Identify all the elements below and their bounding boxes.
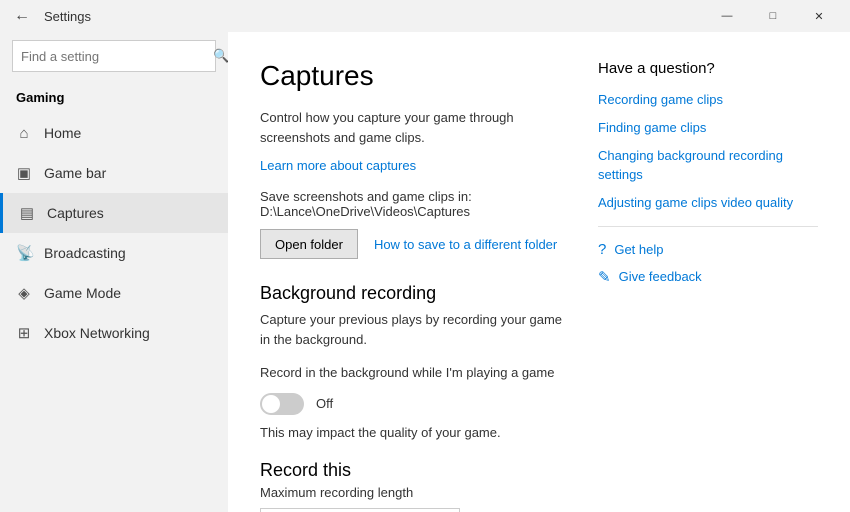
open-folder-button[interactable]: Open folder — [260, 229, 358, 259]
page-title: Captures — [260, 60, 566, 92]
back-button[interactable]: ← — [8, 3, 36, 29]
get-help-label: Get help — [614, 242, 663, 257]
impact-note: This may impact the quality of your game… — [260, 425, 566, 440]
button-row: Open folder How to save to a different f… — [260, 229, 566, 259]
give-feedback-icon: ✎ — [598, 268, 611, 286]
background-toggle-row: Off — [260, 393, 566, 415]
sidebar-item-xbox-networking[interactable]: ⊞ Xbox Networking — [0, 313, 228, 353]
titlebar-controls: — □ ✕ — [704, 0, 842, 32]
search-input[interactable] — [13, 49, 205, 64]
game-bar-icon: ▣ — [16, 164, 32, 182]
sidebar-item-broadcasting[interactable]: 📡 Broadcasting — [0, 233, 228, 273]
get-help-icon: ? — [598, 241, 606, 258]
minimize-button[interactable]: — — [704, 0, 750, 32]
right-panel: Have a question? Recording game clips Fi… — [598, 60, 818, 484]
sidebar-item-home-label: Home — [44, 125, 81, 141]
right-link-2[interactable]: Changing background recording settings — [598, 147, 818, 183]
get-help-action[interactable]: ? Get help — [598, 241, 818, 258]
broadcasting-icon: 📡 — [16, 244, 32, 262]
give-feedback-label: Give feedback — [619, 269, 702, 284]
background-recording-title: Background recording — [260, 283, 566, 304]
background-toggle[interactable] — [260, 393, 304, 415]
sidebar-item-game-mode[interactable]: ◈ Game Mode — [0, 273, 228, 313]
sidebar-item-game-bar[interactable]: ▣ Game bar — [0, 153, 228, 193]
save-path-text: Save screenshots and game clips in: D:\L… — [260, 189, 566, 219]
give-feedback-action[interactable]: ✎ Give feedback — [598, 268, 818, 286]
recording-length-dropdown[interactable]: 30 minutes 1 hour 2 hours 4 hours — [260, 508, 460, 512]
learn-more-link[interactable]: Learn more about captures — [260, 158, 416, 173]
right-panel-title: Have a question? — [598, 60, 818, 77]
toggle-knob — [262, 395, 280, 413]
xbox-networking-icon: ⊞ — [16, 324, 32, 342]
titlebar: ← Settings — □ ✕ — [0, 0, 850, 32]
content-main: Captures Control how you capture your ga… — [260, 60, 566, 484]
right-link-0[interactable]: Recording game clips — [598, 91, 818, 109]
sidebar-item-captures-label: Captures — [47, 205, 104, 221]
home-icon: ⌂ — [16, 125, 32, 142]
sidebar-item-game-mode-label: Game Mode — [44, 285, 121, 301]
maximize-button[interactable]: □ — [750, 0, 796, 32]
titlebar-title: Settings — [44, 9, 91, 24]
page-description: Control how you capture your game throug… — [260, 108, 566, 147]
how-to-save-link[interactable]: How to save to a different folder — [374, 237, 557, 252]
sidebar-section-label: Gaming — [0, 84, 228, 113]
main-layout: 🔍 Gaming ⌂ Home ▣ Game bar ▤ Captures 📡 … — [0, 32, 850, 512]
max-recording-label: Maximum recording length — [260, 485, 566, 500]
right-link-3[interactable]: Adjusting game clips video quality — [598, 194, 818, 212]
close-button[interactable]: ✕ — [796, 0, 842, 32]
record-this-title: Record this — [260, 460, 566, 481]
sidebar-item-game-bar-label: Game bar — [44, 165, 106, 181]
sidebar-item-home[interactable]: ⌂ Home — [0, 113, 228, 153]
captures-icon: ▤ — [19, 204, 35, 222]
game-mode-icon: ◈ — [16, 284, 32, 302]
sidebar-item-xbox-networking-label: Xbox Networking — [44, 325, 150, 341]
sidebar-item-broadcasting-label: Broadcasting — [44, 245, 126, 261]
content-area: Captures Control how you capture your ga… — [228, 32, 850, 512]
search-box[interactable]: 🔍 — [12, 40, 216, 72]
sidebar: 🔍 Gaming ⌂ Home ▣ Game bar ▤ Captures 📡 … — [0, 32, 228, 512]
right-link-1[interactable]: Finding game clips — [598, 119, 818, 137]
toggle-description: Record in the background while I'm playi… — [260, 363, 566, 383]
background-recording-desc: Capture your previous plays by recording… — [260, 310, 566, 349]
right-divider — [598, 226, 818, 227]
sidebar-item-captures[interactable]: ▤ Captures — [0, 193, 228, 233]
recording-length-wrapper: 30 minutes 1 hour 2 hours 4 hours ▼ — [260, 508, 460, 512]
toggle-off-label: Off — [316, 396, 333, 411]
titlebar-left: ← Settings — [0, 3, 91, 29]
